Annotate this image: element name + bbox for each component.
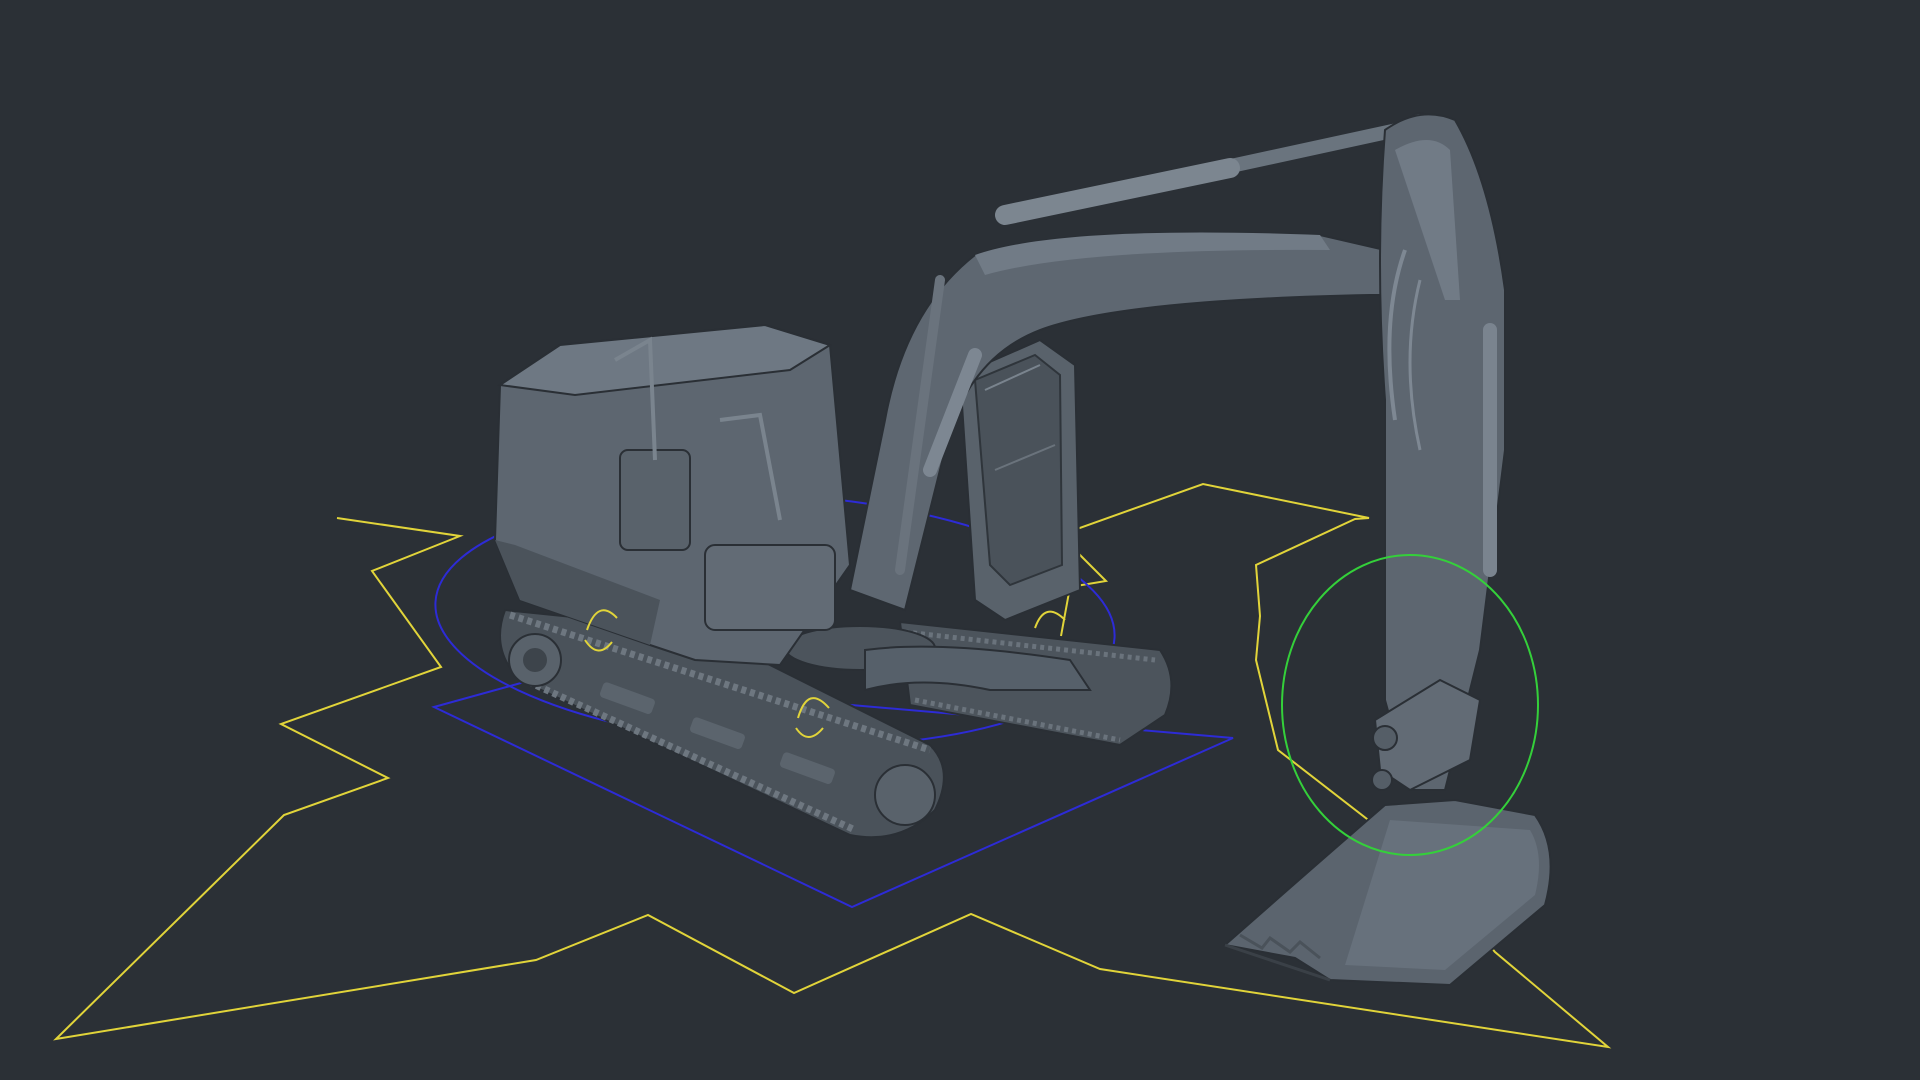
viewport-canvas[interactable]	[0, 0, 1920, 1080]
boom[interactable]	[848, 231, 1397, 612]
boom-cylinder[interactable]	[995, 112, 1433, 225]
wheel-handle-3[interactable]	[1034, 610, 1066, 629]
3d-viewport[interactable]	[0, 0, 1920, 1080]
cab[interactable]	[958, 338, 1082, 622]
